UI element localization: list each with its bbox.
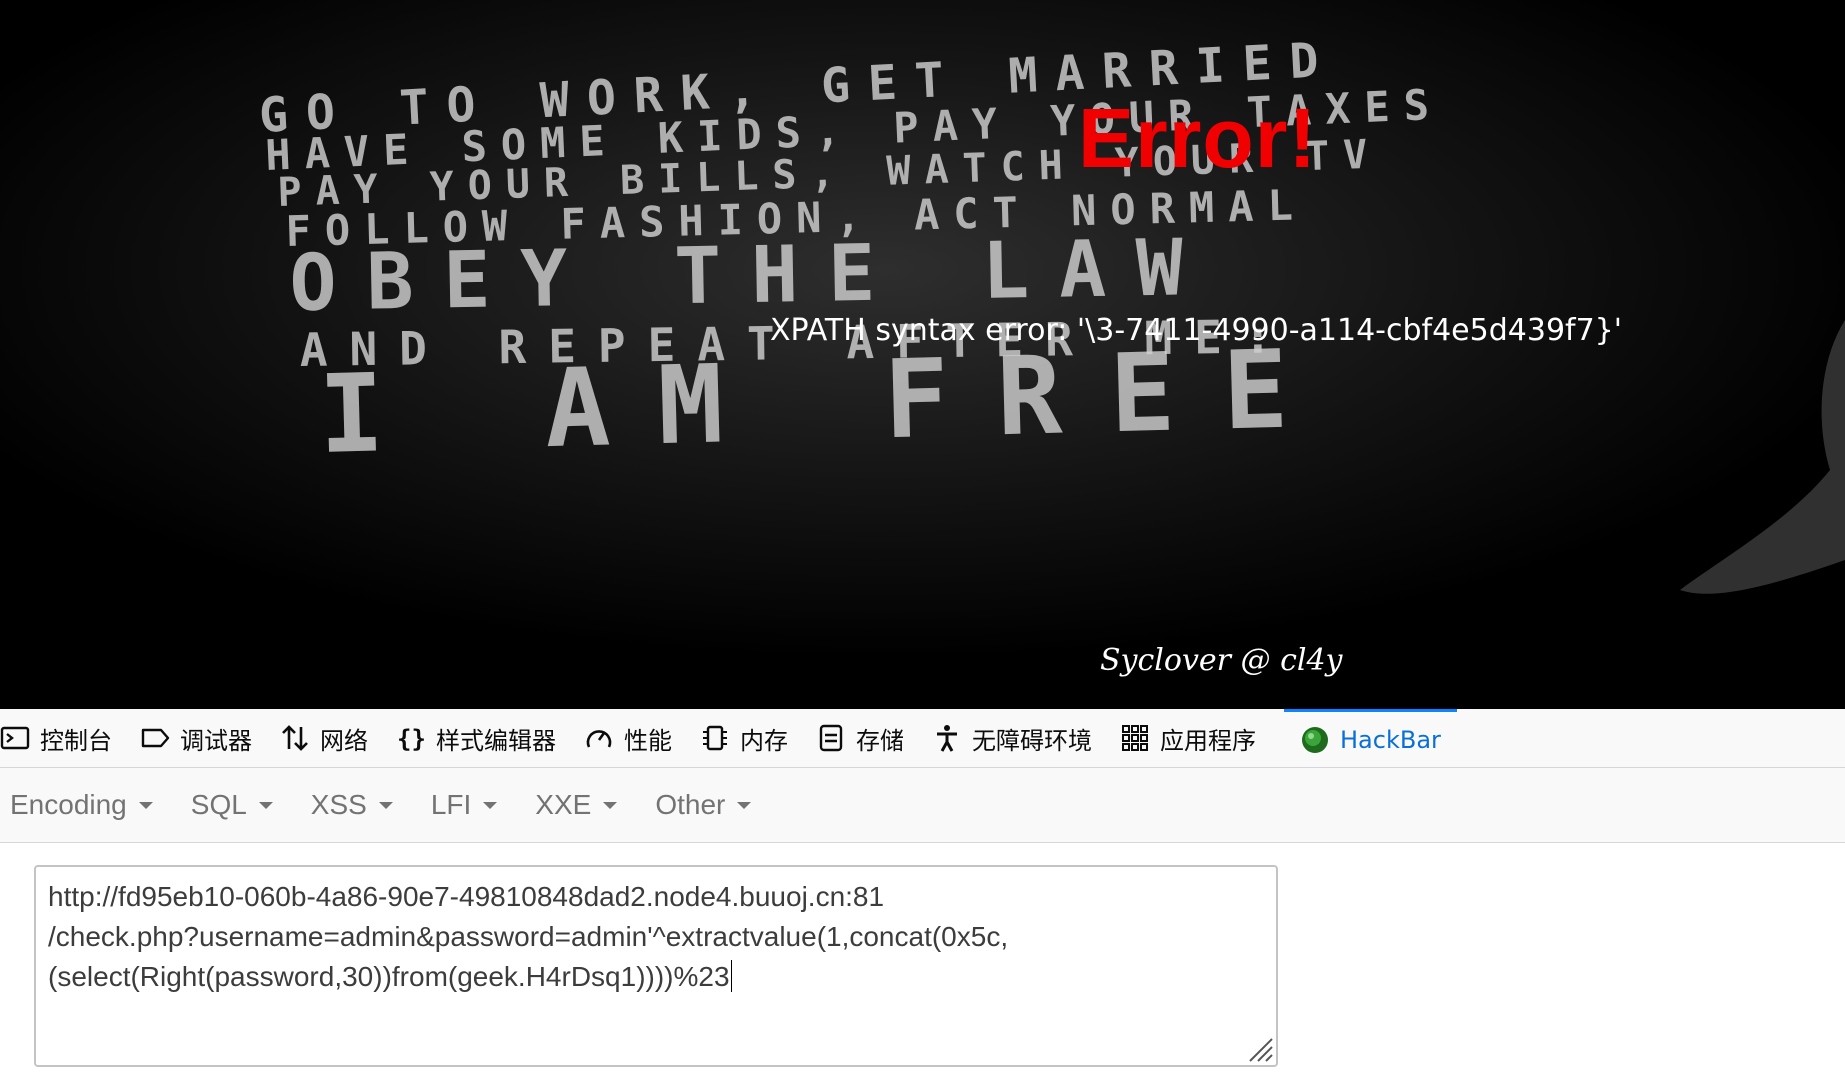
tab-label: HackBar [1340,725,1441,754]
menu-label: LFI [430,789,472,820]
tab-label: 内存 [740,726,788,755]
tab-label: 应用程序 [1160,726,1256,755]
tab-label: 控制台 [40,726,112,755]
text-caret [730,960,733,992]
style-editor-icon: {} [397,725,426,753]
encoding-menu[interactable]: Encoding [0,768,163,843]
xss-menu[interactable]: XSS [301,768,403,843]
devtools-toolbar: 控制台 调试器 网络 {} 样式编辑器 性能 内存 存储 无障碍环境 应用程序 … [0,708,1845,768]
tab-label: 调试器 [180,726,252,755]
memory-icon [703,725,727,751]
console-icon [0,726,30,750]
menu-label: XSS [310,789,367,820]
debugger-icon [141,728,170,748]
tab-performance[interactable]: 性能 [584,709,686,768]
menu-label: SQL [190,789,247,820]
caret-down-icon [378,801,393,809]
performance-icon [586,730,612,748]
lfi-menu[interactable]: LFI [421,768,507,843]
hackbar-menu-bar: Encoding SQL XSS LFI XXE Other [0,768,1845,843]
resize-grip-icon[interactable] [1244,1033,1274,1063]
poster-line: I AM FREE [317,326,1337,478]
tab-style-editor[interactable]: {} 样式编辑器 [396,709,570,768]
web-page-content: GO TO WORK, GET MARRIED HAVE SOME KIDS, … [0,0,1845,709]
url-text[interactable]: http://fd95eb10-060b-4a86-90e7-49810848d… [48,877,1248,997]
caret-down-icon [483,801,498,809]
hackbar-icon [1302,726,1328,753]
caret-down-icon [258,801,273,809]
application-icon [1122,725,1148,751]
tab-console[interactable]: 控制台 [0,709,126,768]
xxe-menu[interactable]: XXE [525,768,627,843]
tab-label: 无障碍环境 [972,726,1092,755]
url-line: /check.php?username=admin&password=admin… [48,921,1009,952]
tab-label: 样式编辑器 [436,726,556,755]
credit-text: Syclover @ cl4y [1100,643,1343,678]
tab-label: 网络 [320,726,368,755]
url-line: http://fd95eb10-060b-4a86-90e7-49810848d… [48,881,885,912]
tab-accessibility[interactable]: 无障碍环境 [932,709,1106,768]
poster-background-image: GO TO WORK, GET MARRIED HAVE SOME KIDS, … [0,0,1845,709]
other-menu[interactable]: Other [645,768,761,843]
accessibility-icon [937,725,957,752]
tab-network[interactable]: 网络 [280,709,382,768]
network-icon [282,725,308,751]
tab-storage[interactable]: 存储 [816,709,918,768]
hackbar-panel: http://fd95eb10-060b-4a86-90e7-49810848d… [0,843,1845,1081]
menu-label: XXE [535,789,592,820]
tab-label: 性能 [624,726,672,755]
caret-down-icon [603,801,618,809]
svg-text:{}: {} [397,725,426,753]
tab-application[interactable]: 应用程序 [1120,709,1270,768]
error-title: Error! [1078,91,1318,185]
sql-menu[interactable]: SQL [181,768,283,843]
tab-hackbar[interactable]: HackBar [1284,708,1457,768]
tab-label: 存储 [856,726,904,755]
url-textarea[interactable]: http://fd95eb10-060b-4a86-90e7-49810848d… [34,865,1278,1067]
tab-memory[interactable]: 内存 [700,709,802,768]
caret-down-icon [138,801,153,809]
url-line: (select(Right(password,30))from(geek.H4r… [48,961,730,992]
menu-label: Other [655,789,726,820]
xpath-error-message: XPATH syntax error: '\3-7411-4990-a114-c… [770,313,1623,348]
menu-label: Encoding [10,789,127,820]
storage-icon [819,724,843,752]
tab-debugger[interactable]: 调试器 [140,709,266,768]
caret-down-icon [737,801,752,809]
